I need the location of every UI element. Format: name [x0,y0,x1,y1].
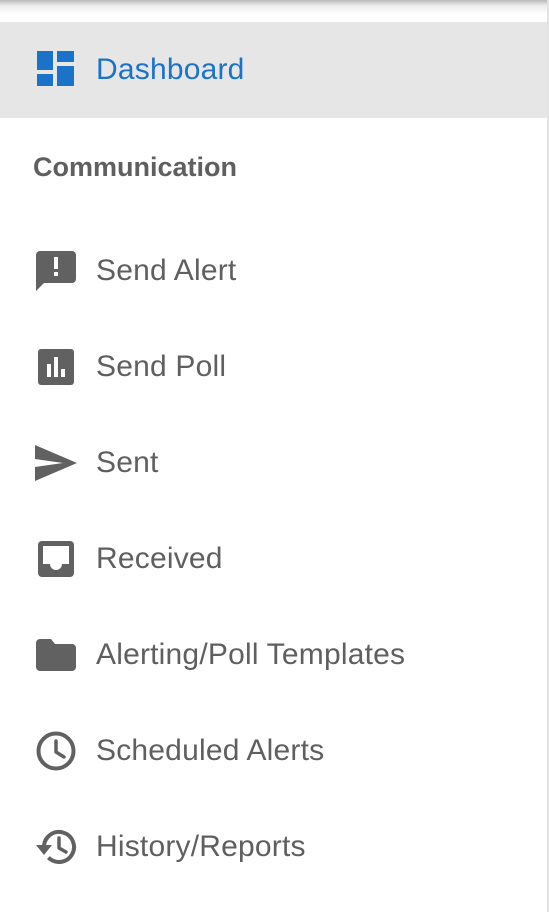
sidebar-item-label: Dashboard [96,53,245,86]
sidebar-item-label: Received [96,542,223,575]
send-icon [34,441,78,485]
alert-message-icon [34,249,78,293]
sidebar-item-label: Send Alert [96,254,237,287]
sidebar-nav: Dashboard Communication Send Alert Send … [0,0,549,912]
sidebar-item-label: Send Poll [96,350,227,383]
sidebar-item-send-poll[interactable]: Send Poll [0,319,547,415]
sidebar-item-label: Alerting/Poll Templates [96,638,406,671]
clock-icon [34,729,78,773]
sidebar-item-templates[interactable]: Alerting/Poll Templates [0,607,547,703]
sidebar-item-sent[interactable]: Sent [0,415,547,511]
sidebar-item-send-alert[interactable]: Send Alert [0,223,547,319]
sidebar-item-scheduled-alerts[interactable]: Scheduled Alerts [0,703,547,799]
sidebar-item-label: Scheduled Alerts [96,734,325,767]
folder-icon [34,633,78,677]
sidebar-item-label: History/Reports [96,830,306,863]
dashboard-icon [34,48,78,92]
section-header-communication: Communication [33,152,238,182]
sidebar-item-history-reports[interactable]: History/Reports [0,799,547,895]
inbox-icon [34,537,78,581]
sidebar-item-label: Sent [96,446,159,479]
sidebar-item-received[interactable]: Received [0,511,547,607]
poll-chart-icon [34,345,78,389]
sidebar-item-dashboard[interactable]: Dashboard [0,22,547,118]
history-icon [34,825,78,869]
top-shadow [0,0,549,14]
